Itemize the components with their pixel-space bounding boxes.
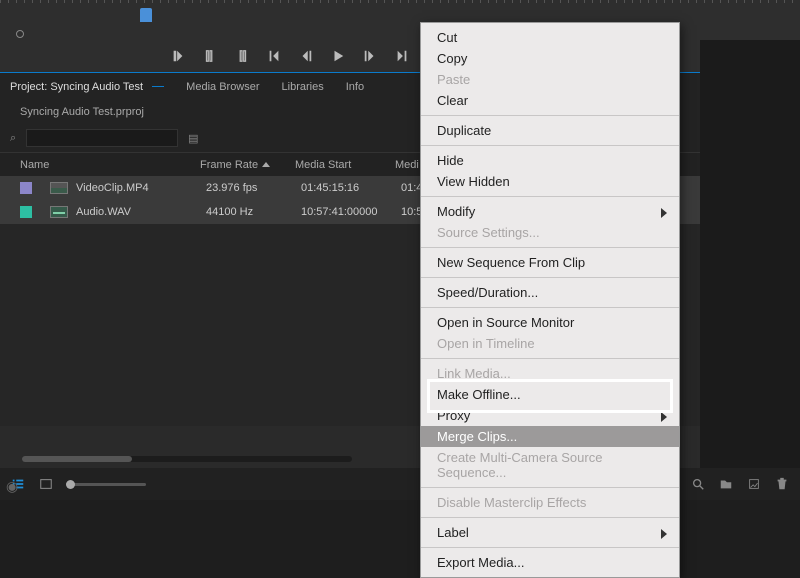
tab-project[interactable]: Project: Syncing Audio Test bbox=[10, 81, 164, 93]
new-item-icon[interactable] bbox=[746, 476, 762, 492]
right-panel-dark bbox=[700, 0, 800, 500]
menu-new-sequence-from-clip[interactable]: New Sequence From Clip bbox=[421, 252, 679, 273]
menu-separator bbox=[421, 307, 679, 308]
label-swatch bbox=[20, 182, 32, 194]
new-bin-icon[interactable]: ▤ bbox=[188, 132, 198, 145]
mark-in-icon[interactable] bbox=[170, 48, 186, 64]
project-filename: Syncing Audio Test.prproj bbox=[0, 100, 800, 124]
menu-merge-clips[interactable]: Merge Clips... bbox=[421, 426, 679, 447]
menu-view-hidden[interactable]: View Hidden bbox=[421, 171, 679, 192]
step-back-icon[interactable] bbox=[298, 48, 314, 64]
menu-label[interactable]: Label bbox=[421, 522, 679, 543]
out-bracket-icon[interactable] bbox=[234, 48, 250, 64]
menu-separator bbox=[421, 517, 679, 518]
menu-proxy[interactable]: Proxy bbox=[421, 405, 679, 426]
column-header-row: Name Frame Rate Media Start Medi bbox=[0, 152, 800, 176]
clip-media-start: 01:45:15:16 bbox=[301, 182, 401, 194]
menu-cut[interactable]: Cut bbox=[421, 27, 679, 48]
column-frame-rate[interactable]: Frame Rate bbox=[200, 159, 295, 171]
find-icon[interactable] bbox=[690, 476, 706, 492]
tab-active-underline-icon bbox=[152, 86, 164, 87]
transport-controls bbox=[0, 40, 800, 72]
menu-paste: Paste bbox=[421, 69, 679, 90]
ruler-ticks bbox=[0, 0, 800, 3]
menu-multicam: Create Multi-Camera Source Sequence... bbox=[421, 447, 679, 483]
menu-open-source-monitor[interactable]: Open in Source Monitor bbox=[421, 312, 679, 333]
scrollbar-thumb[interactable] bbox=[22, 456, 132, 462]
menu-separator bbox=[421, 487, 679, 488]
icon-view-icon[interactable] bbox=[38, 476, 54, 492]
search-icon[interactable]: ⌕ bbox=[10, 132, 16, 145]
clip-media-start: 10:57:41:00000 bbox=[301, 206, 401, 218]
table-row[interactable]: Audio.WAV 44100 Hz 10:57:41:00000 10:5 bbox=[0, 200, 800, 224]
horizontal-scrollbar[interactable] bbox=[22, 456, 352, 462]
menu-clear[interactable]: Clear bbox=[421, 90, 679, 111]
menu-disable-masterclip: Disable Masterclip Effects bbox=[421, 492, 679, 513]
playhead-marker[interactable] bbox=[140, 8, 152, 22]
timeline-ruler[interactable] bbox=[0, 0, 800, 40]
menu-export-media[interactable]: Export Media... bbox=[421, 552, 679, 573]
project-bin[interactable]: VideoClip.MP4 23.976 fps 01:45:15:16 01:… bbox=[0, 176, 800, 426]
playback-start-icon bbox=[16, 30, 24, 38]
panel-tabs: Project: Syncing Audio Test Media Browse… bbox=[0, 72, 800, 100]
menu-separator bbox=[421, 547, 679, 548]
menu-copy[interactable]: Copy bbox=[421, 48, 679, 69]
trash-icon[interactable] bbox=[774, 476, 790, 492]
menu-make-offline[interactable]: Make Offline... bbox=[421, 384, 679, 405]
menu-link-media: Link Media... bbox=[421, 363, 679, 384]
tab-info[interactable]: Info bbox=[346, 81, 364, 93]
go-out-icon[interactable] bbox=[394, 48, 410, 64]
menu-separator bbox=[421, 277, 679, 278]
clip-name: VideoClip.MP4 bbox=[76, 182, 206, 194]
project-search-row: ⌕ ▤ 2 of 2 items select bbox=[0, 124, 800, 152]
go-in-icon[interactable] bbox=[266, 48, 282, 64]
new-bin-folder-icon[interactable] bbox=[718, 476, 734, 492]
audio-clip-icon bbox=[50, 206, 68, 218]
search-input[interactable] bbox=[26, 129, 178, 147]
clip-frame-rate: 44100 Hz bbox=[206, 206, 301, 218]
menu-hide[interactable]: Hide bbox=[421, 150, 679, 171]
in-bracket-icon[interactable] bbox=[202, 48, 218, 64]
clip-name: Audio.WAV bbox=[76, 206, 206, 218]
context-menu: Cut Copy Paste Clear Duplicate Hide View… bbox=[420, 22, 680, 578]
table-row[interactable]: VideoClip.MP4 23.976 fps 01:45:15:16 01:… bbox=[0, 176, 800, 200]
menu-modify[interactable]: Modify bbox=[421, 201, 679, 222]
video-clip-icon bbox=[50, 182, 68, 194]
tab-libraries[interactable]: Libraries bbox=[282, 81, 324, 93]
zoom-slider[interactable] bbox=[66, 483, 146, 486]
menu-source-settings: Source Settings... bbox=[421, 222, 679, 243]
menu-open-timeline: Open in Timeline bbox=[421, 333, 679, 354]
step-forward-icon[interactable] bbox=[362, 48, 378, 64]
play-icon[interactable] bbox=[330, 48, 346, 64]
menu-separator bbox=[421, 145, 679, 146]
menu-separator bbox=[421, 196, 679, 197]
zoom-slider-knob[interactable] bbox=[66, 480, 75, 489]
tab-project-label: Project: Syncing Audio Test bbox=[10, 81, 143, 93]
menu-separator bbox=[421, 358, 679, 359]
column-media-start[interactable]: Media Start bbox=[295, 159, 395, 171]
clip-frame-rate: 23.976 fps bbox=[206, 182, 301, 194]
sort-ascending-icon bbox=[262, 162, 270, 167]
tab-media-browser[interactable]: Media Browser bbox=[186, 81, 259, 93]
menu-speed-duration[interactable]: Speed/Duration... bbox=[421, 282, 679, 303]
cc-icon: ◉ bbox=[6, 478, 26, 498]
label-swatch bbox=[20, 206, 32, 218]
column-name[interactable]: Name bbox=[20, 159, 200, 171]
menu-separator bbox=[421, 115, 679, 116]
menu-separator bbox=[421, 247, 679, 248]
menu-duplicate[interactable]: Duplicate bbox=[421, 120, 679, 141]
project-bottom-toolbar bbox=[0, 468, 800, 500]
